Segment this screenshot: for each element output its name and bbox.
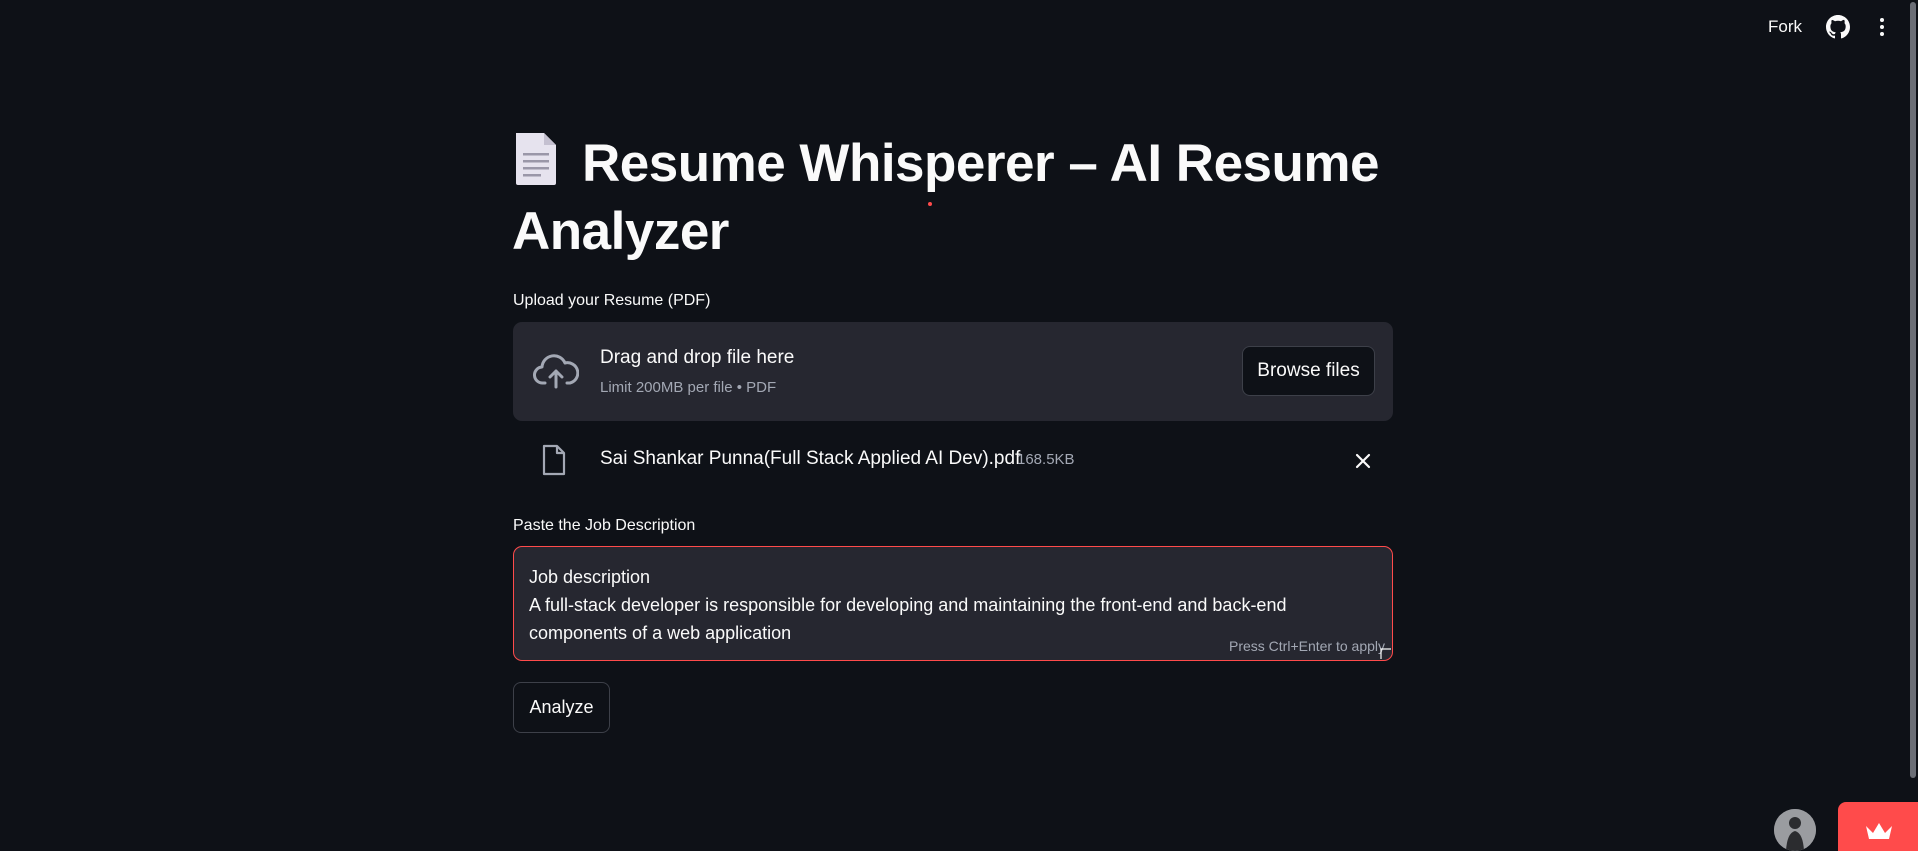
uploaded-file-size: 168.5KB: [1017, 451, 1075, 468]
user-avatar[interactable]: [1774, 809, 1816, 851]
upload-label: Upload your Resume (PDF): [513, 292, 711, 309]
job-description-line: Job description: [529, 567, 651, 587]
cursor-dot: [928, 202, 932, 206]
crown-icon: [1866, 823, 1892, 839]
page-title-text: Resume Whisperer – AI Resume Analyzer: [512, 134, 1380, 261]
uploaded-file-row: Sai Shankar Punna(Full Stack Applied AI …: [513, 440, 1393, 480]
job-description-textarea[interactable]: Job description A full-stack developer i…: [513, 546, 1393, 661]
person-silhouette-icon: [1774, 809, 1816, 851]
scrollbar-thumb[interactable]: [1910, 2, 1916, 778]
streamlit-badge[interactable]: [1838, 802, 1918, 851]
top-toolbar: Fork: [0, 0, 1918, 56]
file-dropzone[interactable]: Drag and drop file here Limit 200MB per …: [513, 322, 1393, 421]
dropzone-limit: Limit 200MB per file • PDF: [600, 379, 777, 396]
uploaded-file-name: Sai Shankar Punna(Full Stack Applied AI …: [600, 448, 1021, 469]
fork-link[interactable]: Fork: [1768, 17, 1802, 37]
dropzone-instruction: Drag and drop file here: [600, 347, 795, 368]
close-icon[interactable]: [1353, 451, 1373, 471]
github-icon[interactable]: [1826, 15, 1850, 39]
cloud-upload-icon: [533, 354, 579, 389]
job-description-label: Paste the Job Description: [513, 517, 696, 534]
resize-handle-icon[interactable]: [1379, 647, 1391, 659]
textarea-hint: Press Ctrl+Enter to apply: [1229, 638, 1386, 654]
page-scrollbar[interactable]: [1908, 0, 1918, 851]
analyze-button[interactable]: Analyze: [513, 682, 610, 733]
browse-files-button[interactable]: Browse files: [1242, 346, 1375, 396]
page-title: Resume Whisperer – AI Resume Analyzer: [512, 130, 1394, 266]
page-facing-up-icon: [516, 133, 556, 185]
file-icon: [542, 444, 566, 476]
more-vertical-icon[interactable]: [1870, 15, 1894, 39]
job-description-line: A full-stack developer is responsible fo…: [529, 595, 1287, 615]
